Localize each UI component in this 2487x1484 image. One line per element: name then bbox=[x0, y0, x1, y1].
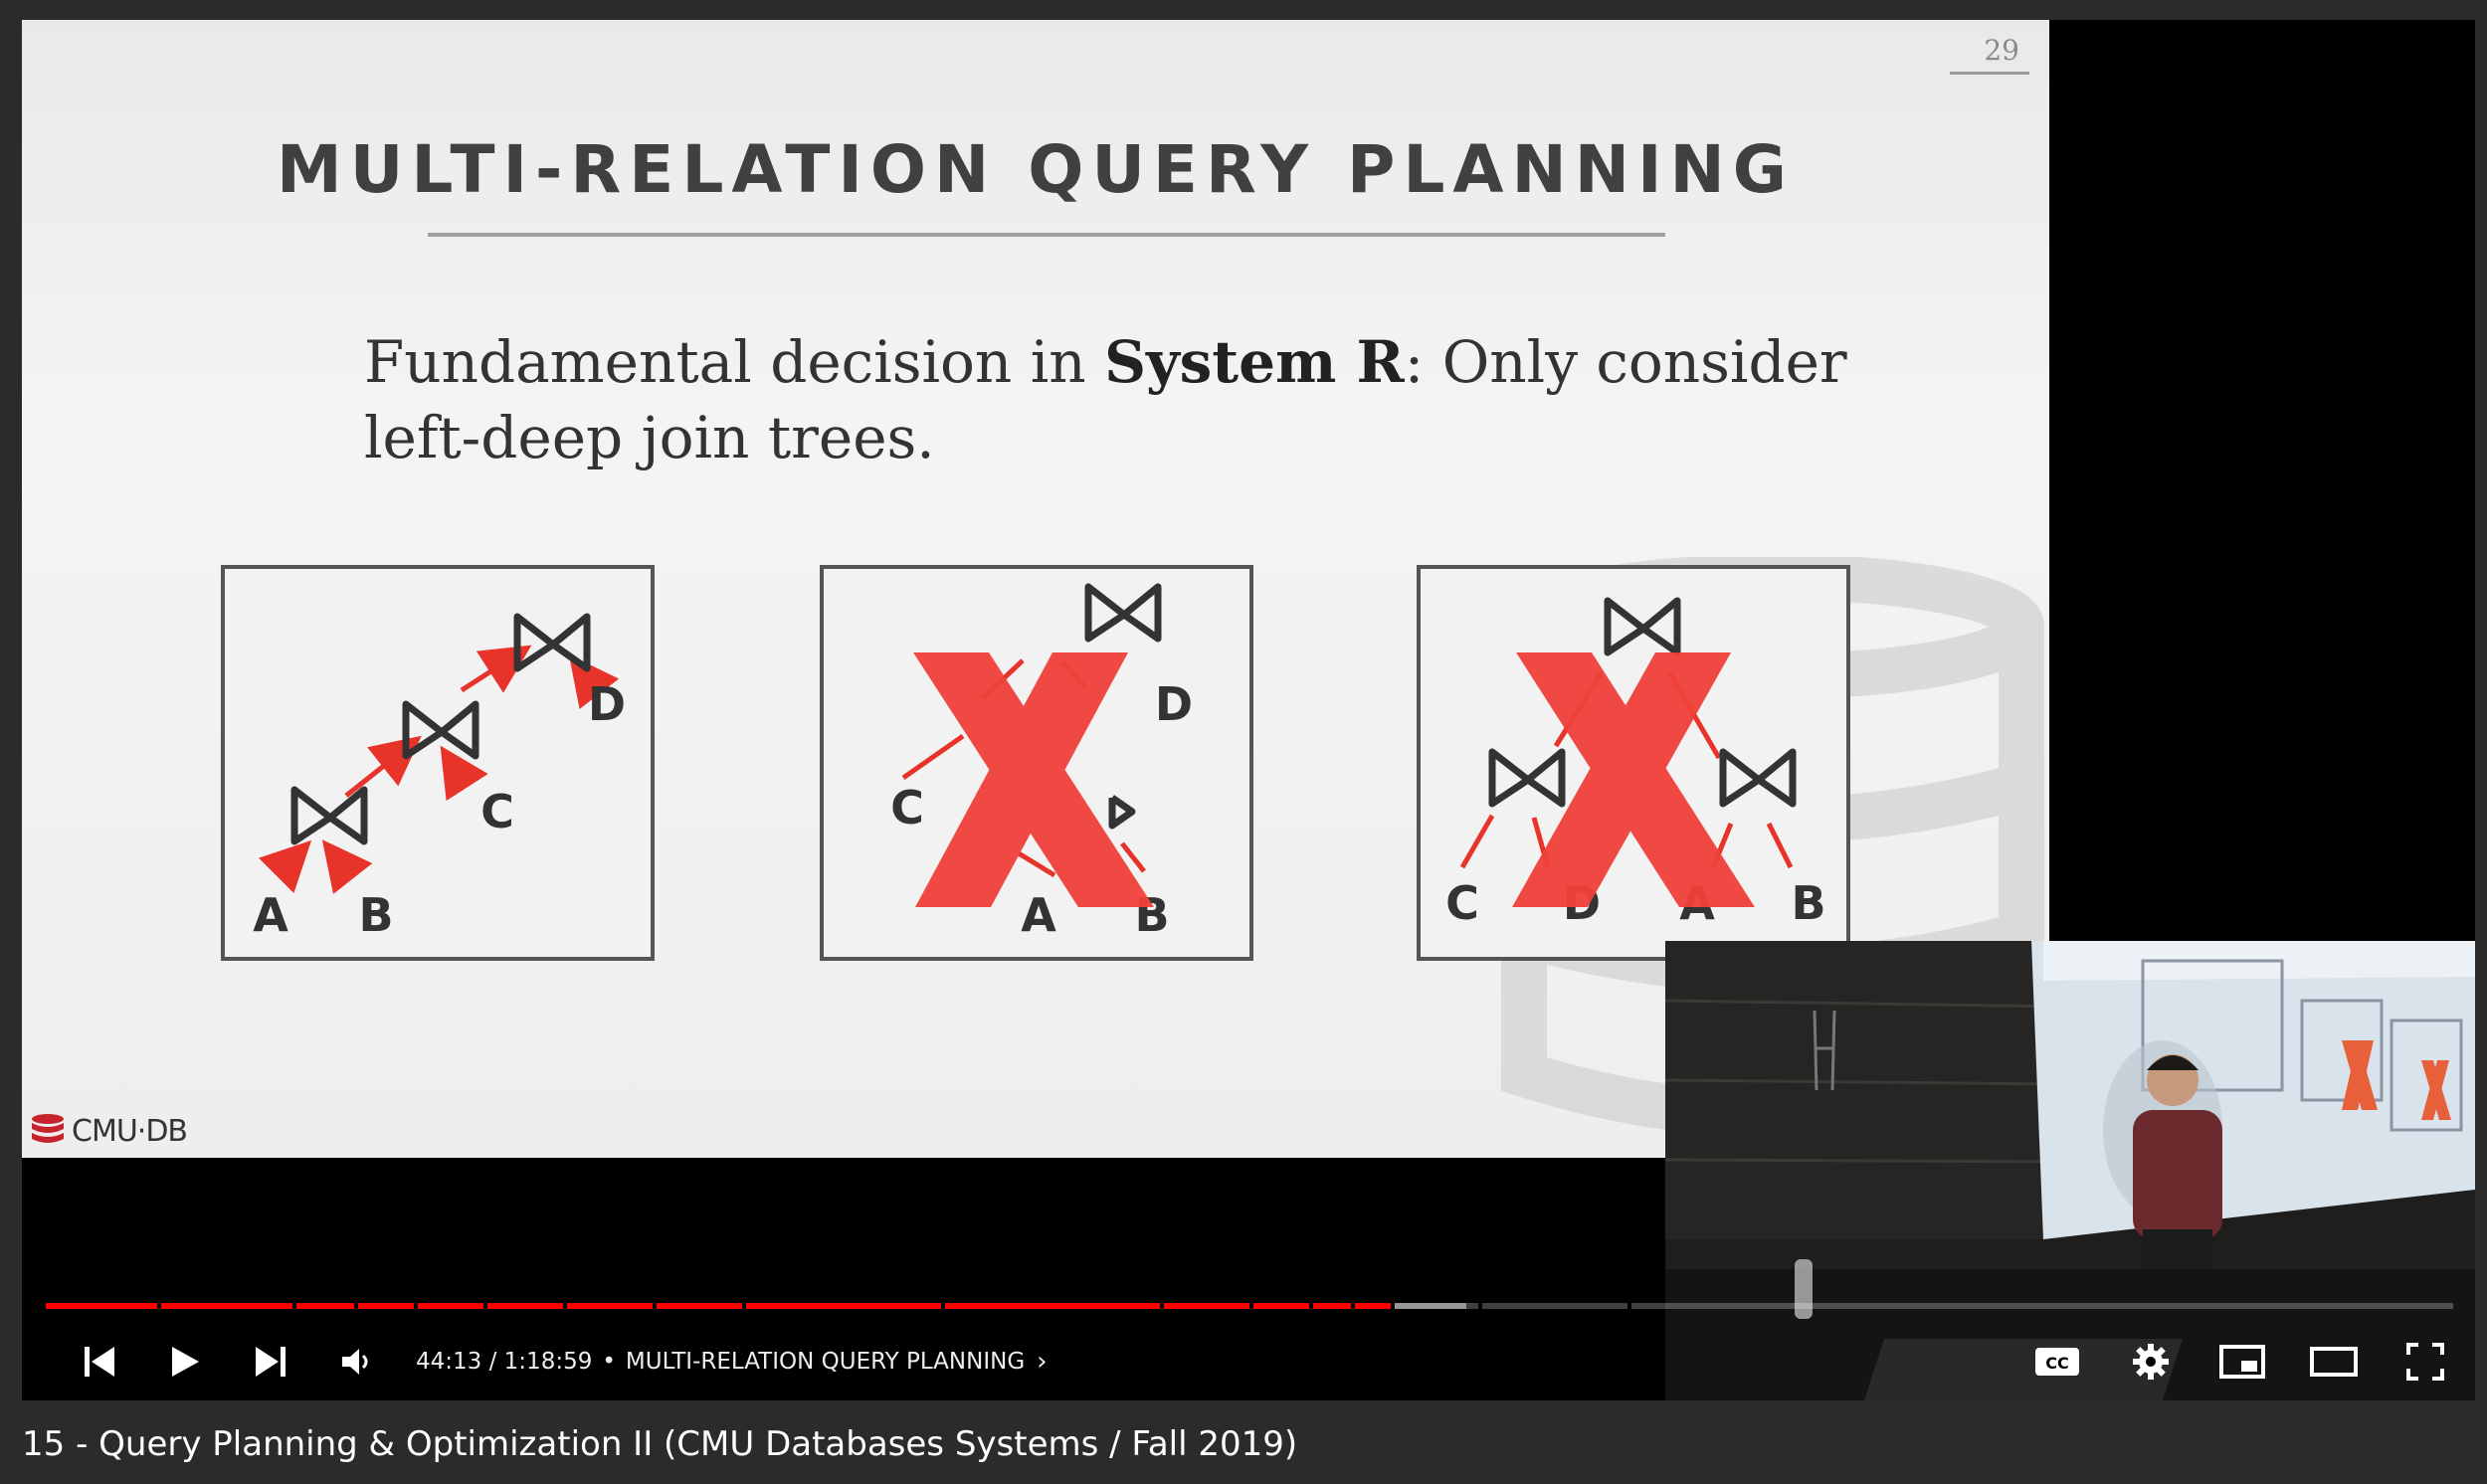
volume-icon bbox=[342, 1349, 368, 1375]
current-time: 44:13 bbox=[416, 1349, 482, 1375]
chapter-title-button[interactable]: MULTI-RELATION QUERY PLANNING bbox=[626, 1349, 1025, 1375]
svg-text:D: D bbox=[1155, 677, 1193, 731]
left-deep-join-tree: A B C D bbox=[221, 565, 655, 961]
chapter-marker bbox=[354, 1303, 358, 1309]
duration: 1:18:59 bbox=[503, 1349, 593, 1375]
play-icon bbox=[172, 1347, 199, 1377]
chapter-marker bbox=[157, 1303, 161, 1309]
theater-mode-button[interactable] bbox=[2304, 1323, 2364, 1400]
svg-text:A: A bbox=[1021, 888, 1056, 942]
svg-text:B: B bbox=[1791, 876, 1825, 930]
play-button[interactable] bbox=[155, 1323, 215, 1400]
bushy-join-tree: C D A B bbox=[1417, 565, 1850, 961]
relation-label: C bbox=[480, 785, 514, 838]
relation-label: D bbox=[588, 677, 626, 731]
cross-mark-icon bbox=[1512, 652, 1755, 907]
svg-text:CC: CC bbox=[2045, 1354, 2068, 1373]
rejected-join-tree: C D A B bbox=[820, 565, 1253, 961]
captions-icon: CC bbox=[2035, 1348, 2079, 1376]
chapter-marker bbox=[483, 1303, 487, 1309]
chapter-marker bbox=[1309, 1303, 1313, 1309]
chapter-marker bbox=[563, 1303, 567, 1309]
player-controls: 44:13 / 1:18:59 • MULTI-RELATION QUERY P… bbox=[22, 1323, 2475, 1400]
miniplayer-button[interactable] bbox=[2212, 1323, 2272, 1400]
chapter-marker bbox=[941, 1303, 945, 1309]
previous-button[interactable] bbox=[70, 1323, 129, 1400]
join-operator-icon bbox=[290, 613, 591, 845]
chapter-marker bbox=[1478, 1303, 1482, 1309]
time-display: 44:13 / 1:18:59 • MULTI-RELATION QUERY P… bbox=[416, 1323, 1048, 1400]
theater-mode-icon bbox=[2310, 1347, 2358, 1377]
title-rule bbox=[428, 233, 1665, 237]
svg-text:C: C bbox=[1445, 876, 1479, 930]
fullscreen-button[interactable] bbox=[2395, 1323, 2455, 1400]
miniplayer-icon bbox=[2219, 1345, 2265, 1379]
svg-text:C: C bbox=[890, 781, 924, 835]
database-logo-icon bbox=[32, 1114, 64, 1143]
chapter-marker bbox=[414, 1303, 418, 1309]
chapter-marker bbox=[653, 1303, 657, 1309]
cmu-db-logo: CMU·DB bbox=[28, 1110, 188, 1152]
chapter-separator: • bbox=[602, 1349, 616, 1375]
chapter-marker bbox=[742, 1303, 746, 1309]
next-button[interactable] bbox=[241, 1323, 300, 1400]
chapter-marker bbox=[1627, 1303, 1631, 1309]
slide-body-text: Fundamental decision in System R: Only c… bbox=[364, 324, 1856, 475]
chapter-marker bbox=[292, 1303, 296, 1309]
settings-icon bbox=[2133, 1344, 2169, 1380]
slide-page-number: 29 bbox=[1984, 34, 2019, 67]
slide-title: MULTI-RELATION QUERY PLANNING bbox=[277, 131, 1795, 208]
chapter-marker bbox=[1351, 1303, 1355, 1309]
settings-button[interactable] bbox=[2121, 1323, 2181, 1400]
body-text-part: left-deep join trees. bbox=[364, 404, 935, 471]
system-r-emphasis: System R bbox=[1104, 328, 1405, 396]
cross-mark-icon bbox=[913, 652, 1154, 907]
played-range bbox=[46, 1303, 1395, 1309]
video-title: 15 - Query Planning & Optimization II (C… bbox=[22, 1424, 1298, 1464]
relation-label: B bbox=[358, 888, 393, 942]
page-number-rule bbox=[1950, 72, 2029, 75]
fullscreen-icon bbox=[2406, 1343, 2444, 1381]
progress-bar[interactable] bbox=[46, 1303, 2453, 1309]
chapter-marker bbox=[1391, 1303, 1395, 1309]
logo-text: CMU·DB bbox=[72, 1113, 188, 1149]
video-player[interactable]: 29 MULTI-RELATION QUERY PLANNING Fundame… bbox=[22, 20, 2475, 1400]
chapter-marker bbox=[1160, 1303, 1164, 1309]
previous-icon bbox=[85, 1347, 114, 1377]
body-text-part: Fundamental decision in bbox=[364, 328, 1105, 396]
relation-label: A bbox=[253, 888, 288, 942]
next-icon bbox=[256, 1347, 286, 1377]
captions-button[interactable]: CC bbox=[2027, 1323, 2087, 1400]
chapter-marker bbox=[1249, 1303, 1253, 1309]
body-text-part: : Only consider bbox=[1404, 328, 1847, 396]
chevron-right-icon[interactable]: › bbox=[1037, 1347, 1047, 1377]
mute-button[interactable] bbox=[326, 1323, 386, 1400]
time-separator: / bbox=[481, 1349, 504, 1375]
